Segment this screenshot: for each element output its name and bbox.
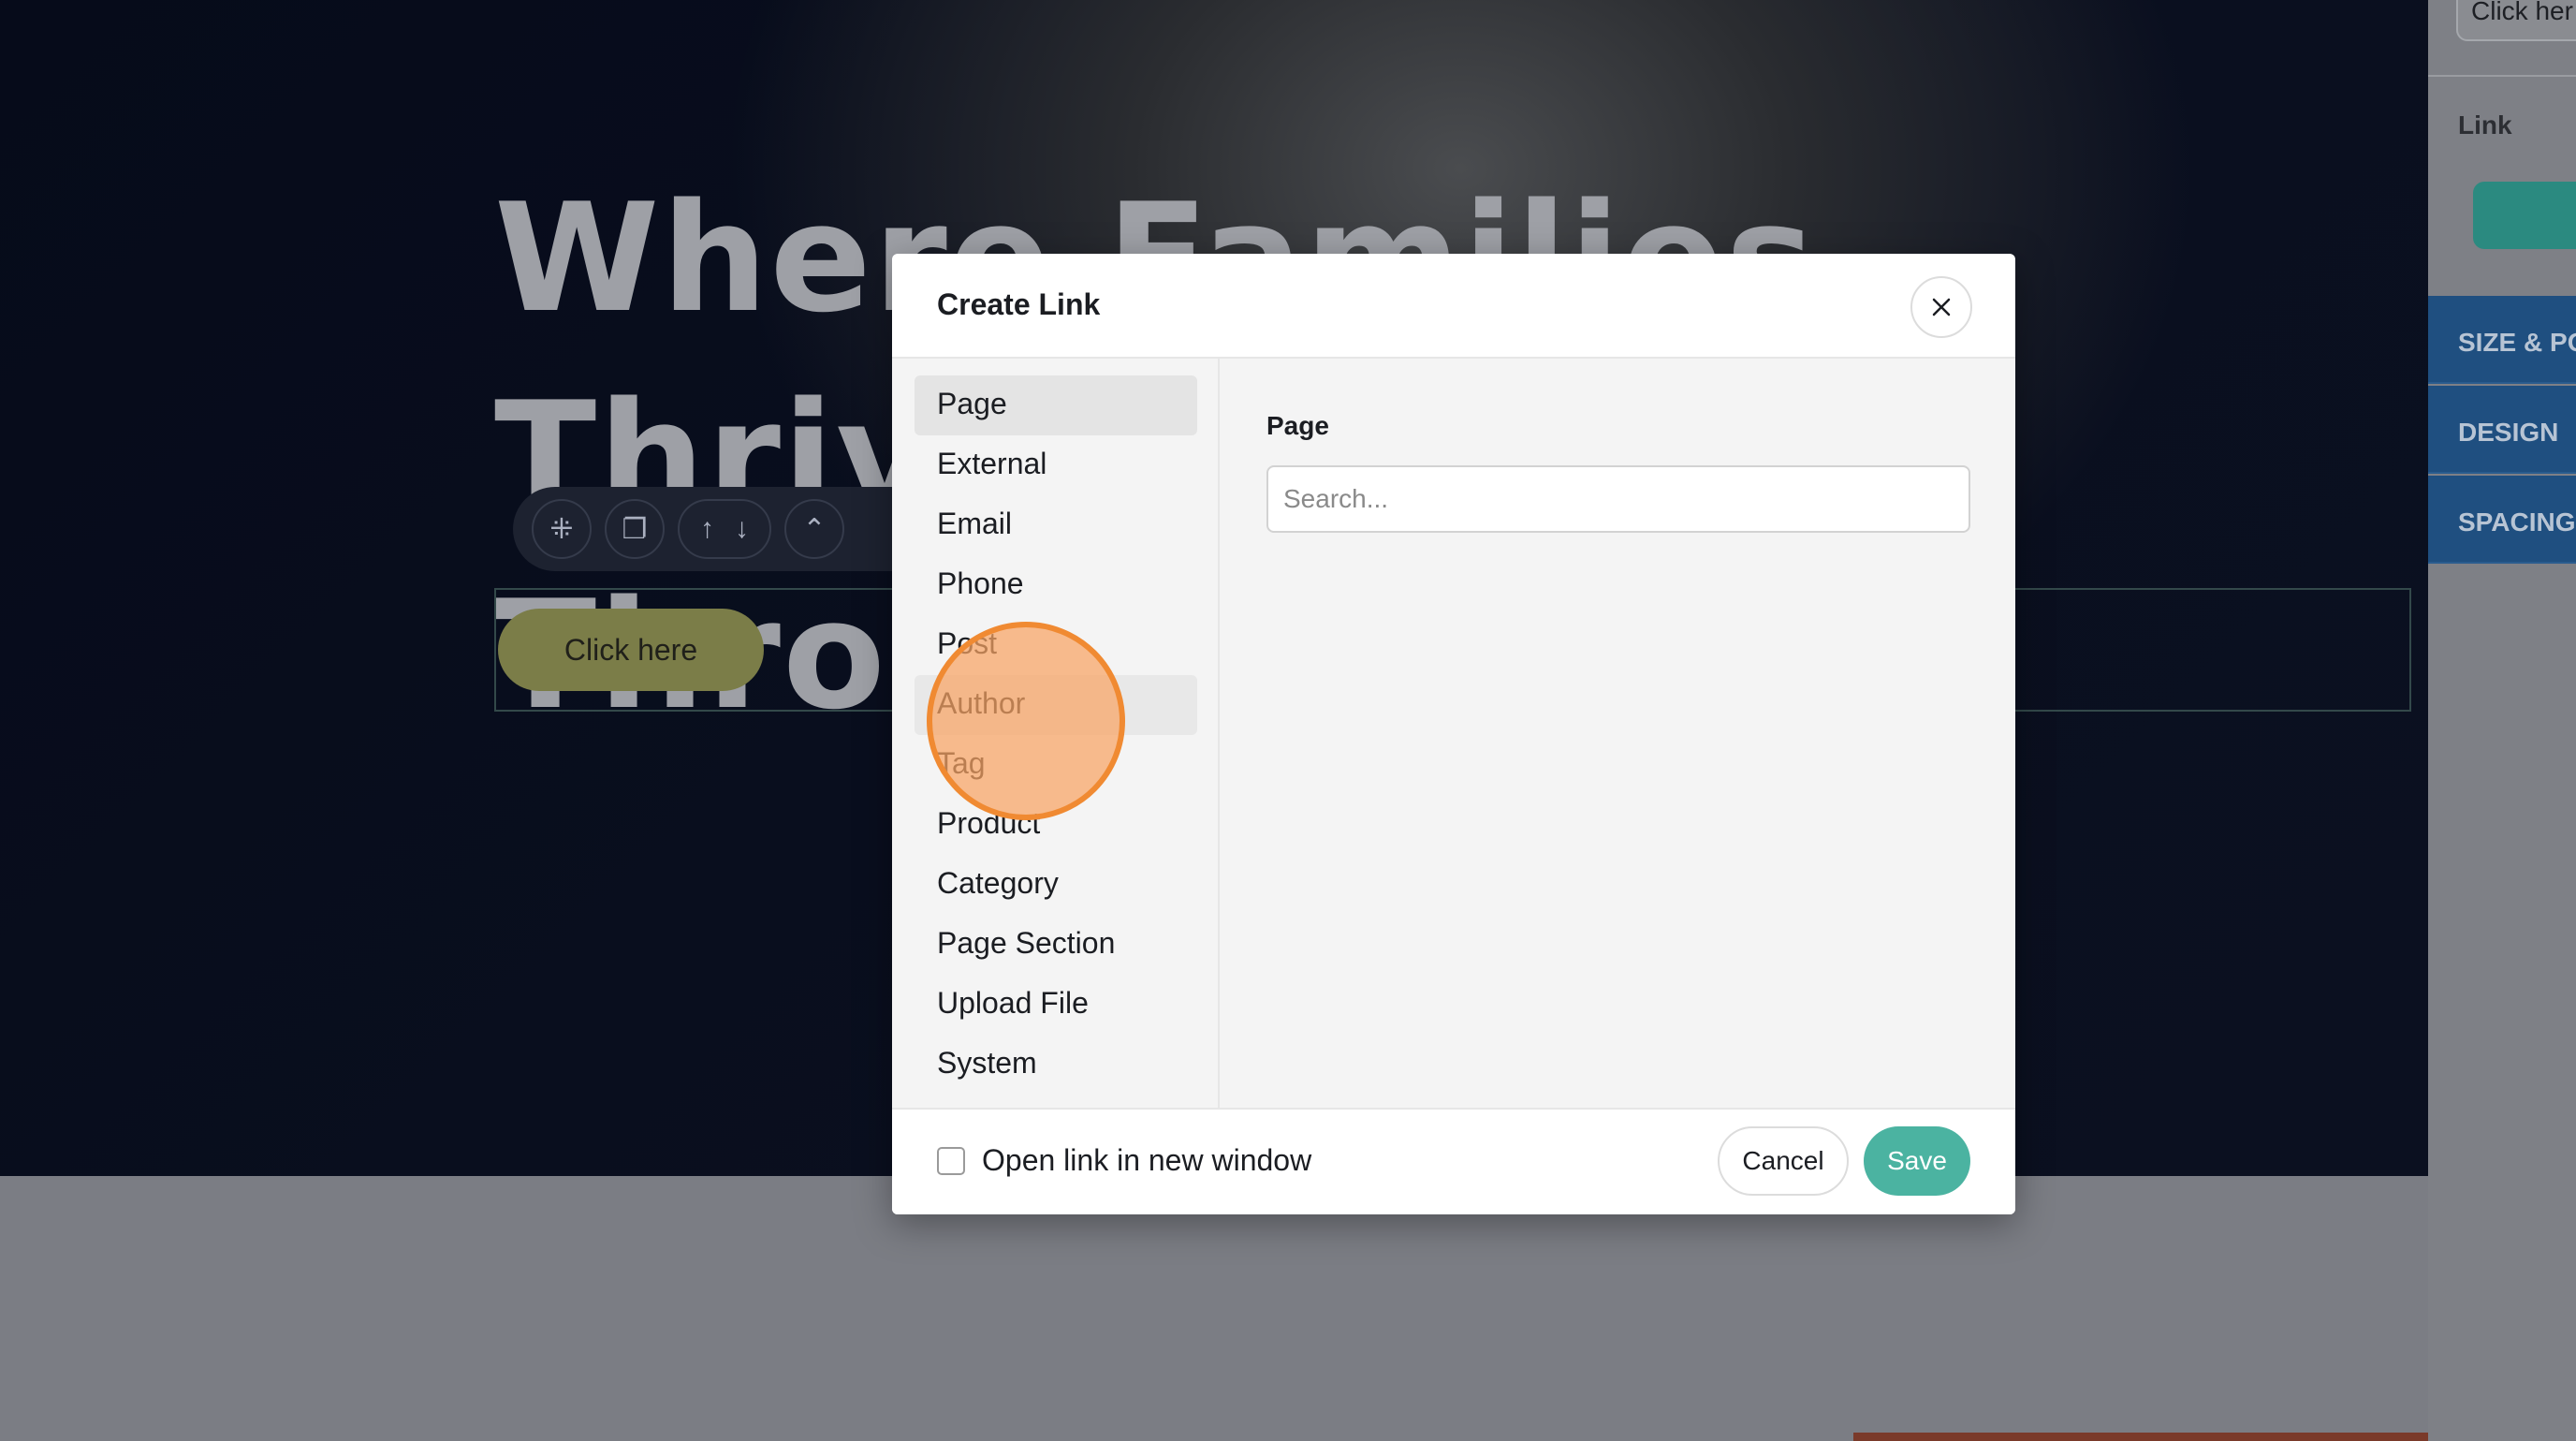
- link-type-email[interactable]: Email: [915, 495, 1197, 555]
- link-type-phone[interactable]: Phone: [915, 555, 1197, 615]
- close-icon: [1932, 298, 1951, 316]
- close-button[interactable]: [1910, 276, 1972, 338]
- new-window-checkbox[interactable]: [937, 1147, 965, 1175]
- page-search-input[interactable]: [1266, 465, 1970, 533]
- dialog-title: Create Link: [937, 287, 1101, 321]
- link-type-page[interactable]: Page: [915, 375, 1197, 435]
- link-type-upload-file[interactable]: Upload File: [915, 975, 1197, 1035]
- link-type-category[interactable]: Category: [915, 855, 1197, 915]
- link-type-external[interactable]: External: [915, 435, 1197, 495]
- dialog-footer: Open link in new window Cancel Save: [892, 1108, 2015, 1214]
- save-button[interactable]: Save: [1864, 1126, 1970, 1196]
- dialog-header: Create Link: [892, 254, 2015, 359]
- cancel-button[interactable]: Cancel: [1718, 1126, 1849, 1196]
- link-type-system[interactable]: System: [915, 1035, 1197, 1095]
- page-field-label: Page: [1266, 411, 1329, 440]
- link-type-page-section[interactable]: Page Section: [915, 915, 1197, 975]
- link-detail-pane: Page: [1220, 359, 2015, 1108]
- click-highlight-marker: [927, 622, 1125, 820]
- new-window-label[interactable]: Open link in new window: [982, 1143, 1311, 1178]
